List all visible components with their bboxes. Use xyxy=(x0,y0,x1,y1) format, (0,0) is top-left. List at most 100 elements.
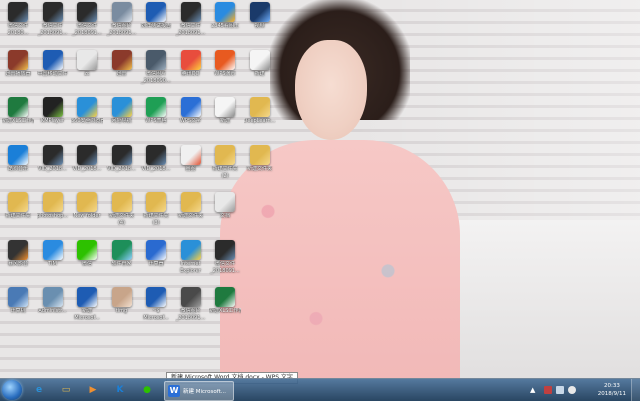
browser-icon xyxy=(215,2,235,22)
desktop-shortcut[interactable]: 微信图片 _2018091... xyxy=(106,2,138,42)
desktop-shortcut[interactable]: 计算机 xyxy=(2,287,34,327)
folder-icon xyxy=(77,192,97,212)
system-tray: ▲ 20:33 2018/9/11 xyxy=(520,379,640,401)
show-desktop-button[interactable] xyxy=(631,379,640,401)
start-button[interactable] xyxy=(2,380,22,400)
desktop-shortcut[interactable]: 计算器 xyxy=(140,239,172,280)
desktop-shortcut-label: 计算机 xyxy=(10,308,26,314)
wallpaper-figure-face xyxy=(295,40,367,140)
desktop-shortcut-label: WPS文字 xyxy=(179,118,202,124)
desktop-shortcut-label: 微信文件 _2018091... xyxy=(72,23,102,36)
desktop-shortcut[interactable]: TIM xyxy=(37,239,69,280)
desktop-shortcut[interactable]: Internet Explorer xyxy=(175,239,207,280)
desktop-shortcut[interactable]: 网址导航 xyxy=(106,97,138,137)
desktop-shortcut-label: photoshop... xyxy=(36,213,69,219)
desktop-shortcut[interactable]: 微信 xyxy=(71,239,103,280)
star-icon xyxy=(42,239,63,260)
video-icon xyxy=(180,2,201,22)
desktop-shortcut[interactable]: 新建XLS工作表 xyxy=(2,97,34,137)
desktop-shortcut[interactable]: 微信文件 _2018091... xyxy=(175,2,207,42)
desktop-shortcut[interactable]: 2345看图王 xyxy=(209,2,241,42)
desktop-shortcut[interactable]: 画图 xyxy=(175,144,207,185)
desktop-shortcut[interactable]: WPS演示 xyxy=(209,49,241,90)
desktop-shortcut[interactable]: zc xyxy=(71,49,103,90)
desktop-shortcut[interactable]: 新建文件夹 xyxy=(175,192,207,232)
media-player-taskbar-icon[interactable]: ▶ xyxy=(82,381,104,399)
desktop-shortcut[interactable]: 文档 xyxy=(209,192,241,232)
desktop-shortcut[interactable]: 中国移动文件 xyxy=(37,49,69,90)
desktop-shortcut[interactable]: VID_2018... xyxy=(140,144,172,185)
desktop-shortcut-label: VID_2018... xyxy=(38,165,67,172)
desktop-shortcut[interactable]: KMPlayer xyxy=(37,97,69,137)
desktop-shortcut-label: 新建文件夹 (4) xyxy=(108,213,134,226)
desktop-shortcut[interactable]: 软件管家 xyxy=(106,239,138,280)
desktop-shortcut[interactable]: 新建文件夹 xyxy=(244,144,276,185)
desktop-shortcut[interactable]: 新建文件夹 (3) xyxy=(140,192,172,232)
desktop-shortcut[interactable]: New folder xyxy=(71,192,103,232)
desktop-shortcut[interactable]: 微信文件 _2018091... xyxy=(71,2,103,42)
desktop-shortcut[interactable]: 360安全浏览器 xyxy=(71,97,103,137)
desktop-shortcut[interactable]: 迅雷 xyxy=(106,49,138,90)
clock-time: 20:33 xyxy=(603,383,620,389)
desktop-shortcut[interactable]: 视频 xyxy=(244,2,276,42)
desktop-shortcut-label: 新建XLS工作表 xyxy=(209,308,241,314)
desktop-shortcut[interactable]: 暴风影音 xyxy=(2,239,34,280)
desktop-shortcut[interactable]: 微信文件 20180... xyxy=(2,2,34,42)
recycle-icon xyxy=(42,287,63,307)
folder-icon xyxy=(42,192,63,212)
tray-flag-icon[interactable] xyxy=(544,386,552,394)
media-icon xyxy=(8,239,28,260)
app-icon xyxy=(180,49,201,70)
desktop-shortcut[interactable]: 微信图片 _2018090... xyxy=(140,49,172,90)
desktop-shortcut-label: 新建 xyxy=(254,70,265,77)
desktop-shortcut[interactable]: 新建文件夹 (4) xyxy=(106,192,138,232)
desktop-shortcut[interactable]: 微信文件 _2018091... xyxy=(37,2,69,42)
desktop-shortcut[interactable]: 新建 xyxy=(209,97,241,137)
taskbar-clock[interactable]: 20:33 2018/9/11 xyxy=(598,382,626,398)
ie-icon xyxy=(77,97,97,117)
desktop-shortcut[interactable]: Administr... xyxy=(37,287,69,327)
ie-icon xyxy=(111,97,132,117)
desktop-shortcut-label: 视频 xyxy=(254,23,265,29)
tray-network-icon[interactable] xyxy=(556,386,564,394)
desktop-shortcut-label: TIM xyxy=(48,260,57,267)
desktop-shortcut-label: 微信图片 _2018090... xyxy=(141,70,171,84)
desktop-shortcut[interactable]: timg xyxy=(106,287,138,327)
ie-taskbar-icon[interactable]: e xyxy=(28,381,50,399)
desktop-shortcut[interactable]: 新建文件夹 xyxy=(2,192,34,232)
desktop-shortcut[interactable]: VID_2018... xyxy=(106,144,138,185)
desktop-shortcut[interactable]: 新建 xyxy=(244,49,276,90)
desktop-shortcut[interactable]: 腾讯QQ xyxy=(175,49,207,90)
tray-arrow-icon[interactable]: ▲ xyxy=(530,386,538,394)
desktop-shortcut[interactable]: WPS表格 xyxy=(140,97,172,137)
desktop-shortcut[interactable]: VID_2018... xyxy=(37,144,69,185)
tray-volume-icon[interactable] xyxy=(568,386,576,394)
winrar-icon xyxy=(111,49,132,70)
desktop-shortcut[interactable]: 微信图片 _2018091... xyxy=(175,287,207,327)
doc-icon xyxy=(249,49,270,70)
taskbar-active-task[interactable]: W 新建 Microsoft... xyxy=(164,381,234,401)
word-icon xyxy=(42,49,63,70)
doc-icon xyxy=(215,97,235,117)
explorer-taskbar-icon[interactable]: ▭ xyxy=(55,381,77,399)
desktop-shortcut-label: 微信文件 _2018091... xyxy=(210,260,240,274)
desktop-shortcut[interactable]: ~$ Microsof... xyxy=(140,287,172,327)
desktop-shortcut[interactable]: WPS文字 xyxy=(175,97,207,137)
excel-icon xyxy=(8,97,28,117)
desktop-shortcut[interactable]: 微信文件 _2018091... xyxy=(209,239,241,280)
desktop-shortcut-label: 迅雷 xyxy=(116,70,127,77)
desktop-shortcut[interactable]: 刘洋测试报告 xyxy=(140,2,172,42)
desktop-shortcut[interactable]: VID_2018... xyxy=(71,144,103,185)
desktop-shortcut[interactable]: photoshop... xyxy=(37,192,69,232)
desktop-shortcut[interactable]: DeepLearn... xyxy=(244,97,276,137)
desktop-shortcut[interactable]: 酷狗音乐 xyxy=(2,144,34,185)
desktop-shortcut[interactable]: 迅雷播放器 xyxy=(2,49,34,90)
360-browser-taskbar-icon[interactable]: ● xyxy=(136,381,158,399)
desktop-shortcut-label: 微信文件 _2018091... xyxy=(37,23,68,36)
desktop-shortcut[interactable]: 新建文件夹 (2) xyxy=(209,144,241,185)
video-icon xyxy=(77,2,97,22)
kugou-taskbar-icon[interactable]: K xyxy=(109,381,131,399)
wps-icon xyxy=(215,49,235,70)
desktop-shortcut[interactable]: 新建 Microsof... xyxy=(71,287,103,327)
desktop-shortcut[interactable]: 新建XLS工作表 xyxy=(209,287,241,327)
